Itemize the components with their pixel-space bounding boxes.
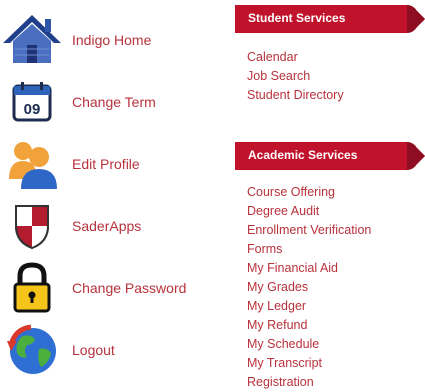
- people-icon: [0, 136, 64, 192]
- nav-saderapps[interactable]: SaderApps: [0, 198, 218, 254]
- academic-services-header: Academic Services: [235, 140, 425, 172]
- link-enrollment-verification[interactable]: Enrollment Verification: [247, 221, 371, 240]
- nav-label: Indigo Home: [72, 32, 152, 48]
- nav-label: SaderApps: [72, 218, 142, 234]
- calendar-icon: 09: [0, 74, 64, 130]
- academic-services-links: Course Offering Degree Audit Enrollment …: [247, 183, 371, 392]
- section-title: Student Services: [248, 11, 346, 25]
- nav-indigo-home[interactable]: Indigo Home: [0, 12, 218, 68]
- link-job-search[interactable]: Job Search: [247, 67, 344, 86]
- nav-label: Edit Profile: [72, 156, 140, 172]
- link-registration[interactable]: Registration: [247, 373, 371, 392]
- link-my-grades[interactable]: My Grades: [247, 278, 371, 297]
- section-title: Academic Services: [248, 148, 358, 162]
- nav-label: Change Term: [72, 94, 156, 110]
- nav-logout[interactable]: Logout: [0, 322, 218, 378]
- nav-label: Change Password: [72, 280, 187, 296]
- link-my-schedule[interactable]: My Schedule: [247, 335, 371, 354]
- link-my-ledger[interactable]: My Ledger: [247, 297, 371, 316]
- shield-icon: [0, 198, 64, 254]
- padlock-icon: [0, 260, 64, 316]
- nav-change-password[interactable]: Change Password: [0, 260, 218, 316]
- student-services-header: Student Services: [235, 3, 425, 35]
- link-student-directory[interactable]: Student Directory: [247, 86, 344, 105]
- link-course-offering[interactable]: Course Offering: [247, 183, 371, 202]
- house-icon: [0, 12, 64, 68]
- nav-edit-profile[interactable]: Edit Profile: [0, 136, 218, 192]
- link-calendar[interactable]: Calendar: [247, 48, 344, 67]
- nav-label: Logout: [72, 342, 115, 358]
- nav-change-term[interactable]: 09 Change Term: [0, 74, 218, 130]
- calendar-icon-number: 09: [24, 101, 41, 118]
- link-my-financial-aid[interactable]: My Financial Aid: [247, 259, 371, 278]
- student-services-links: Calendar Job Search Student Directory: [247, 48, 344, 105]
- link-forms[interactable]: Forms: [247, 240, 371, 259]
- link-degree-audit[interactable]: Degree Audit: [247, 202, 371, 221]
- globe-icon: [0, 322, 64, 378]
- link-my-refund[interactable]: My Refund: [247, 316, 371, 335]
- link-my-transcript[interactable]: My Transcript: [247, 354, 371, 373]
